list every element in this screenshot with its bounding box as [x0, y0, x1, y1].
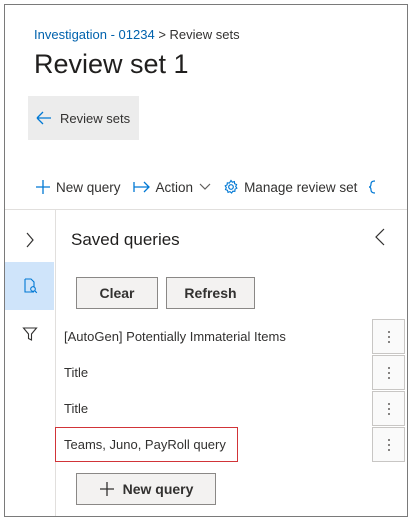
- action-command[interactable]: Action: [132, 179, 212, 195]
- breadcrumb: Investigation - 01234 > Review sets: [34, 27, 240, 42]
- query-more-options-button[interactable]: [372, 319, 405, 354]
- filter-rail-button[interactable]: [5, 310, 54, 358]
- saved-query-label: [AutoGen] Potentially Immaterial Items: [64, 329, 286, 344]
- filter-icon: [21, 327, 38, 341]
- page-title: Review set 1: [34, 49, 189, 79]
- more-vertical-icon: [387, 330, 390, 343]
- saved-query-label: Teams, Juno, PayRoll query: [64, 437, 226, 452]
- breadcrumb-separator: >: [154, 27, 170, 42]
- chevron-down-icon: [199, 183, 211, 190]
- plus-icon: [36, 180, 50, 194]
- side-rail: [5, 210, 56, 516]
- more-vertical-icon: [387, 438, 390, 451]
- command-bar: New query Action Manage review set: [35, 177, 379, 197]
- manage-review-set-command[interactable]: Manage review set: [223, 179, 357, 195]
- saved-queries-rail-button[interactable]: [5, 262, 54, 310]
- refresh-button[interactable]: Refresh: [166, 277, 255, 309]
- saved-query-item[interactable]: Title: [55, 391, 405, 427]
- action-command-label: Action: [155, 179, 194, 195]
- more-vertical-icon: [387, 366, 390, 379]
- breadcrumb-current: Review sets: [169, 27, 240, 42]
- new-query-button[interactable]: New query: [76, 473, 216, 505]
- chevron-right-icon: [26, 232, 34, 248]
- back-button-label: Review sets: [60, 110, 131, 126]
- query-more-options-button[interactable]: [372, 355, 405, 390]
- saved-query-item[interactable]: Title: [55, 355, 405, 391]
- back-arrow-icon: [36, 111, 51, 125]
- action-arrow-icon: [132, 181, 150, 193]
- query-more-options-button[interactable]: [372, 427, 405, 462]
- window-frame: Investigation - 01234 > Review sets Revi…: [4, 4, 408, 517]
- new-query-button-label: New query: [122, 481, 194, 497]
- breadcrumb-link-investigation[interactable]: Investigation - 01234: [34, 27, 155, 42]
- saved-query-item-highlighted[interactable]: Teams, Juno, PayRoll query: [55, 427, 405, 463]
- expand-rail-button[interactable]: [5, 216, 54, 264]
- clear-button[interactable]: Clear: [76, 277, 158, 309]
- saved-query-label: Title: [64, 365, 89, 380]
- back-to-review-sets-button[interactable]: Review sets: [28, 96, 139, 140]
- gear-icon: [224, 179, 238, 194]
- saved-query-item[interactable]: [AutoGen] Potentially Immaterial Items: [55, 319, 405, 355]
- command-bar-divider: [5, 209, 407, 210]
- new-query-command[interactable]: New query: [35, 179, 121, 195]
- query-more-options-button[interactable]: [372, 391, 405, 426]
- collapse-panel-button[interactable]: [374, 227, 386, 252]
- chevron-left-icon: [375, 228, 385, 246]
- document-search-icon: [23, 278, 37, 294]
- saved-queries-title: Saved queries: [71, 230, 180, 249]
- more-vertical-icon: [387, 402, 390, 415]
- new-query-command-label: New query: [56, 179, 121, 195]
- overflow-command-icon[interactable]: [369, 180, 379, 194]
- saved-query-label: Title: [64, 401, 89, 416]
- plus-icon: [99, 482, 114, 496]
- manage-review-set-label: Manage review set: [244, 179, 358, 195]
